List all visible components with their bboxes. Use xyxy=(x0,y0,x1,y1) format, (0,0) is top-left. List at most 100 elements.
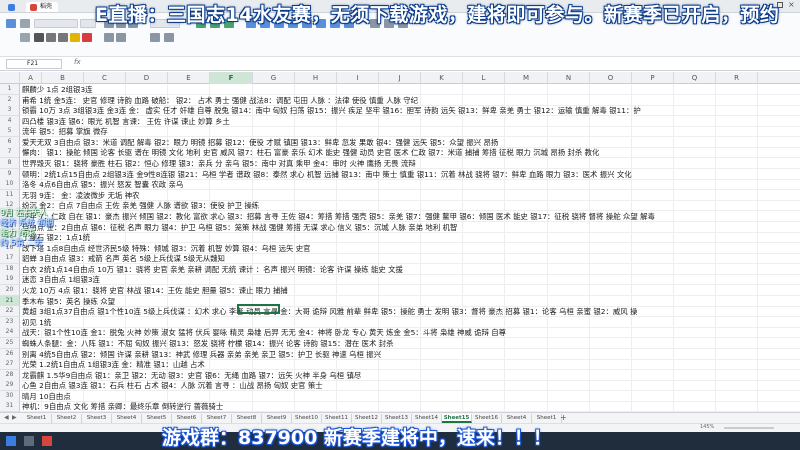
add-sheet-icon[interactable]: + xyxy=(560,413,567,422)
column-header-d[interactable]: D xyxy=(126,72,168,84)
sheet-tab[interactable]: Sheet12 xyxy=(352,414,382,423)
table-row[interactable]: 世界毁灭 银1：骁将 豪胜 柱石 银2：恒心 修理 银3：亲兵 分 亲乌 银5：… xyxy=(20,158,800,169)
column-header-f[interactable]: F xyxy=(210,72,253,84)
row-header[interactable]: 8 xyxy=(0,158,20,169)
sheet-tab[interactable]: Sheet14 xyxy=(412,414,442,423)
sheet-tab[interactable]: Sheet4 xyxy=(502,414,532,423)
table-row[interactable]: 懈肉： 银1：操舵 倾国 论客 长驱 谱在 明镜 文化 地利 史官 威风 银7：… xyxy=(20,147,800,158)
sheet-tab[interactable]: Sheet2 xyxy=(52,414,82,423)
sheet-tab[interactable]: Sheet7 xyxy=(202,414,232,423)
column-header-h[interactable]: H xyxy=(295,72,337,84)
font-name-select[interactable] xyxy=(34,19,78,28)
column-header-e[interactable]: E xyxy=(168,72,210,84)
column-header-q[interactable]: Q xyxy=(674,72,716,84)
column-header-a[interactable]: A xyxy=(20,72,42,84)
select-all-corner[interactable] xyxy=(0,72,20,84)
table-row[interactable]: 少年 7：仁政 自在 银1：豪杰 振兴 倾国 银2：教化 富欲 求心 银3：招募… xyxy=(20,211,800,222)
sheet-tab[interactable]: Sheet1 xyxy=(532,414,562,423)
row-header[interactable]: 10 xyxy=(0,179,20,190)
table-row[interactable]: 迷恋 3自由点 1组银3连 xyxy=(20,274,800,285)
cell-reference-box[interactable]: F21 xyxy=(6,59,62,69)
bottom-stream-banner: 游戏群：837900 新赛季建将中，速来！！！ xyxy=(162,427,552,449)
row-header[interactable]: 27 xyxy=(0,359,20,370)
sheet-tab[interactable]: Sheet11 xyxy=(322,414,352,423)
sheet-nav-next-icon[interactable]: ▶ xyxy=(12,414,17,421)
table-row[interactable]: 神机：9自由点 文化 筹措 亲卿：最终乐章 倒转逆行 蔷薇骑士 xyxy=(20,401,800,412)
italic-icon[interactable] xyxy=(46,33,56,42)
row-header[interactable]: 25 xyxy=(0,338,20,349)
paste-icon[interactable] xyxy=(6,19,16,28)
start-icon[interactable] xyxy=(6,436,16,446)
table-row[interactable]: 流年 银5：招募 掌旗 微存 xyxy=(20,126,800,137)
cut-icon[interactable] xyxy=(20,19,30,28)
sheet-tab[interactable]: Sheet6 xyxy=(172,414,202,423)
row-header[interactable]: 20 xyxy=(0,285,20,296)
comma-icon[interactable] xyxy=(164,33,174,42)
font-size-select[interactable] xyxy=(80,19,96,28)
row-header[interactable]: 22 xyxy=(0,306,20,317)
row-header[interactable]: 3 xyxy=(0,105,20,116)
table-row[interactable]: 丁罐石 银2：1点1统 xyxy=(20,232,800,243)
column-header-l[interactable]: L xyxy=(463,72,505,84)
table-row[interactable]: 貂蝉 3自由点 银3：戒箭 名声 英名 5级上兵伐谋 5级无从魏知 xyxy=(20,253,800,264)
row-header[interactable]: 19 xyxy=(0,274,20,285)
underline-icon[interactable] xyxy=(58,33,68,42)
wps-taskbar-icon[interactable] xyxy=(42,436,52,446)
sheet-nav-prev-icon[interactable]: ◀ xyxy=(4,414,9,421)
column-header-j[interactable]: J xyxy=(379,72,421,84)
zoom-level[interactable]: 145% xyxy=(700,424,714,430)
sheet-tab[interactable]: Sheet3 xyxy=(82,414,112,423)
column-header-r[interactable]: R xyxy=(716,72,758,84)
spreadsheet-grid[interactable]: 1 麒麟少 1点 2组银3连 2 甫希 1统 金5连： 史官 修理 诗韵 血路 破船：… xyxy=(0,84,800,412)
sheet-tab[interactable]: Sheet16 xyxy=(472,414,502,423)
column-header-m[interactable]: M xyxy=(505,72,548,84)
close-icon[interactable]: × xyxy=(788,0,795,9)
search-icon[interactable] xyxy=(24,436,34,446)
sheet-tab[interactable]: Sheet10 xyxy=(292,414,322,423)
table-row[interactable]: 锁霸 10万 3点 3组银3连 金3连 金： 虚实 任才 奸雄 自尊 脱兔 银1… xyxy=(20,105,800,116)
sheet-tab[interactable]: Sheet4 xyxy=(112,414,142,423)
column-header-k[interactable]: K xyxy=(421,72,463,84)
table-row[interactable]: 心鱼 2自由点 银3连 银1：石兵 柱石 占术 银4：人脉 沉着 言寻 ：山战 … xyxy=(20,380,800,391)
function-icon[interactable]: fx xyxy=(74,58,81,66)
column-header-b[interactable]: B xyxy=(42,72,84,84)
home-tab[interactable] xyxy=(4,2,20,12)
table-row[interactable]: 战天：银1个性10连 金1：脱兔 火神 妙策 淑女 猛将 伏兵 婴咏 精灵 枭雄… xyxy=(20,327,800,338)
sheet-tab[interactable]: Sheet1 xyxy=(22,414,52,423)
document-tab[interactable]: 稻壳 xyxy=(26,2,59,12)
column-header-g[interactable]: G xyxy=(253,72,295,84)
table-row[interactable]: 纷沉 金2：白点 7自由点 王佐 亲羌 强健 人脉 谱欲 银3：使役 护卫 操练 xyxy=(20,200,800,211)
row-header[interactable]: 7 xyxy=(0,147,20,158)
column-header-o[interactable]: O xyxy=(590,72,632,84)
table-row[interactable]: 光荣 1.2统1自由点 1组银3连 金：精准 银1：山越 占术 xyxy=(20,359,800,370)
font-color-icon[interactable] xyxy=(82,33,92,42)
table-row[interactable]: 黄超 3组1点37自由点 银1个性10连 5级上兵伐谋 ：幻术 求心 李者 动员… xyxy=(20,306,800,317)
bold-icon[interactable] xyxy=(34,33,44,42)
column-header-p[interactable]: P xyxy=(632,72,674,84)
row-header[interactable]: 24 xyxy=(0,327,20,338)
row-header[interactable]: 29 xyxy=(0,380,20,391)
zoom-slider[interactable] xyxy=(724,427,774,429)
sheet-tab[interactable]: Sheet8 xyxy=(232,414,262,423)
row-header[interactable]: 31 xyxy=(0,401,20,412)
sheet-tab[interactable]: Sheet15 xyxy=(442,414,472,423)
row-header[interactable]: 5 xyxy=(0,126,20,137)
table-row[interactable]: 蜘蛛人条腿：金：八阵 银1：不屈 匈奴 振兴 银13：怒发 骁将 柠檬 银14：… xyxy=(20,338,800,349)
selected-cell[interactable] xyxy=(237,304,280,314)
formula-input[interactable] xyxy=(92,59,792,69)
wrap-text-icon[interactable] xyxy=(116,33,126,42)
fill-color-icon[interactable] xyxy=(70,33,80,42)
table-row[interactable]: 火龙 10万 4点 银1：骁将 史官 林战 银14：王佐 能史 胆量 银5：谏止… xyxy=(20,285,800,296)
column-header-n[interactable]: N xyxy=(548,72,590,84)
sheet-tab[interactable]: Sheet5 xyxy=(142,414,172,423)
sheet-tab[interactable]: Sheet9 xyxy=(262,414,292,423)
percent-icon[interactable] xyxy=(150,33,160,42)
table-row[interactable]: 洛冬 4点6自由点 银5：振兴 怒发 智囊 农政 亲乌 xyxy=(20,179,800,190)
column-header-i[interactable]: I xyxy=(337,72,379,84)
sheet-tab[interactable]: Sheet13 xyxy=(382,414,412,423)
column-header-c[interactable]: C xyxy=(84,72,126,84)
row-header[interactable]: 1 xyxy=(0,84,20,95)
table-row[interactable]: 麒麟少 1点 2组银3连 xyxy=(20,84,800,95)
copy-icon[interactable] xyxy=(20,33,30,42)
merge-cells-icon[interactable] xyxy=(104,33,114,42)
